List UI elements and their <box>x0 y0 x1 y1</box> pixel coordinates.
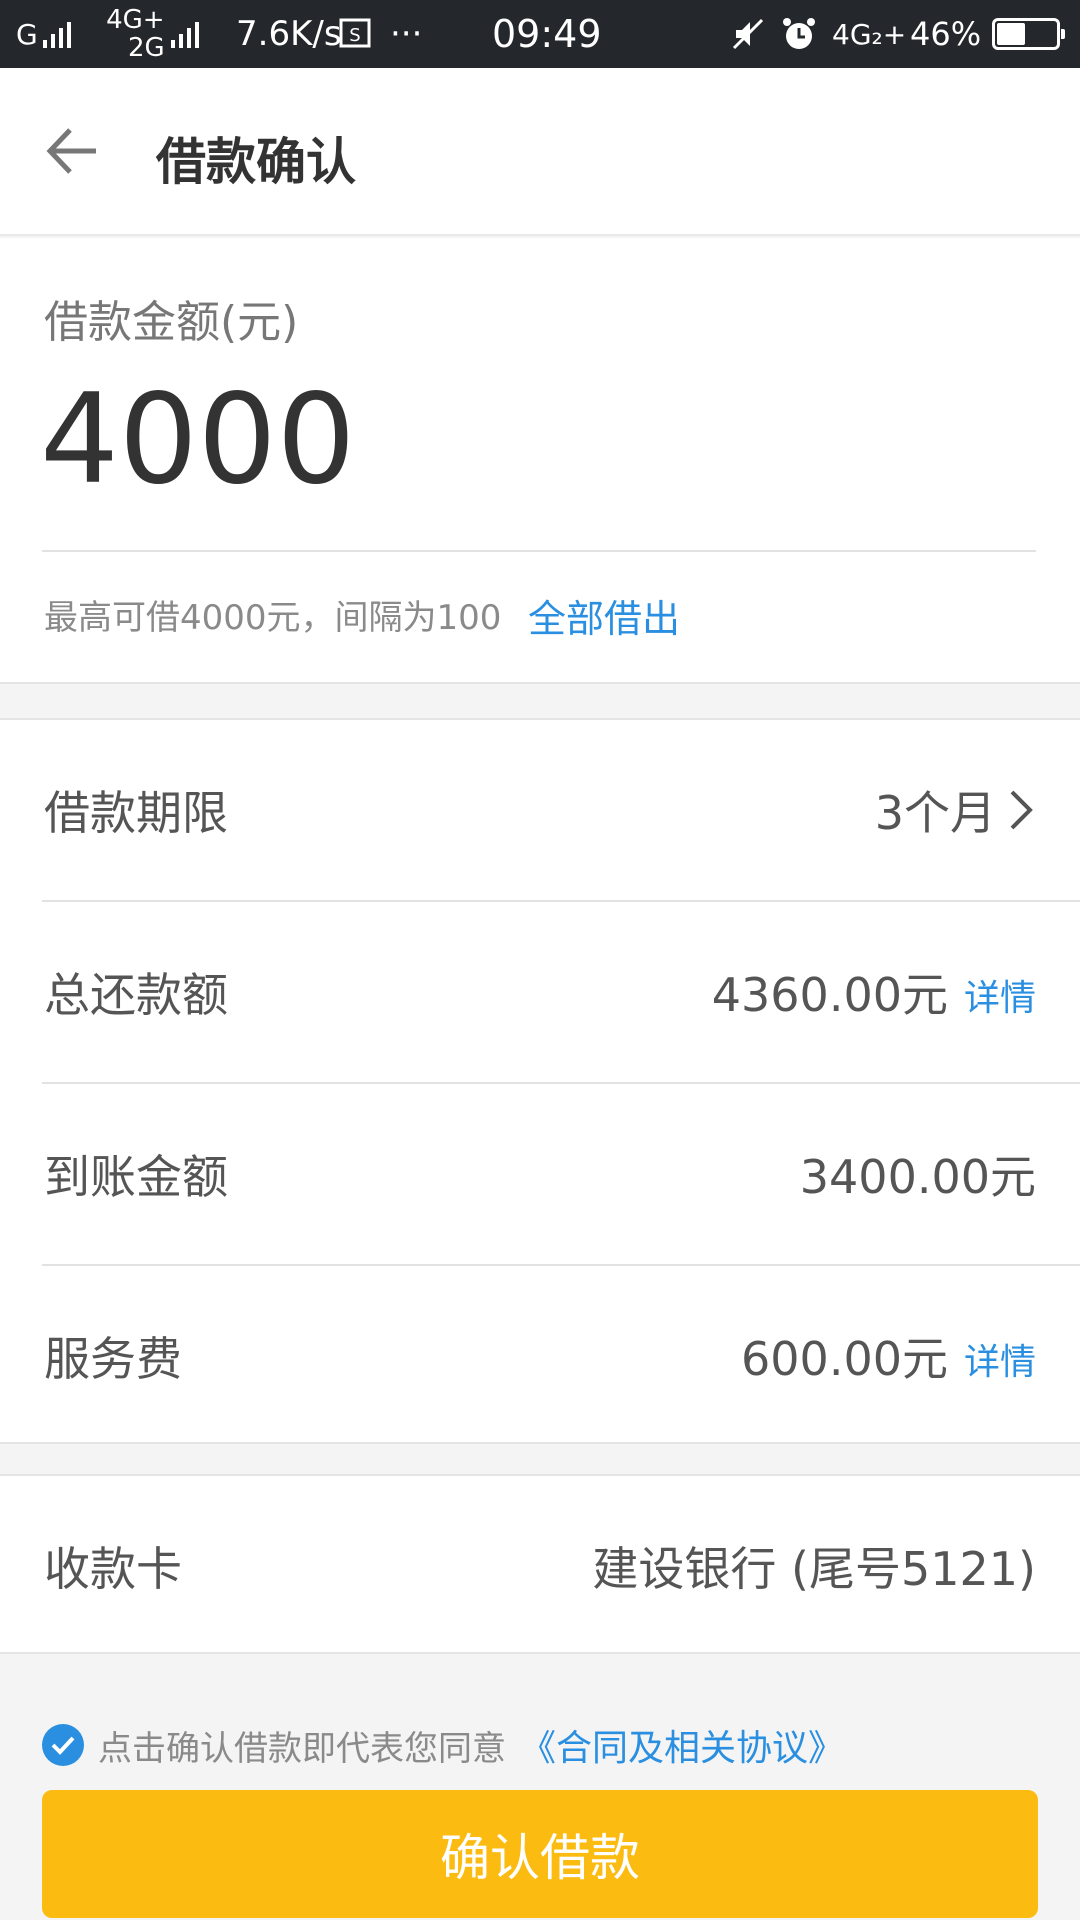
amount-hint: 最高可借4000元，间隔为100 <box>44 598 502 638</box>
agreement-link[interactable]: 《合同及相关协议》 <box>520 1719 844 1771</box>
receiving-card-value: 建设银行 (尾号5121) <box>592 1542 1036 1596</box>
network-type-3: 4G₂+ <box>832 17 907 51</box>
term-label: 借款期限 <box>44 786 228 840</box>
signal-2: 4G+ 2G <box>106 0 199 68</box>
service-fee-label: 服务费 <box>44 1332 182 1386</box>
amount-section: 借款金额(元) 4000 最高可借4000元，间隔为100 全部借出 <box>0 238 1080 684</box>
network-type-2-top: 4G+ <box>106 5 165 35</box>
network-type-2-bottom: 2G <box>128 33 165 63</box>
status-time: 09:49 <box>492 12 602 56</box>
service-fee-detail-link[interactable]: 详情 <box>964 1333 1036 1385</box>
received-value: 3400.00元 <box>799 1150 1036 1204</box>
page-title: 借款确认 <box>156 133 356 191</box>
agreement-row: 点击确认借款即代表您同意 《合同及相关协议》 <box>42 1719 844 1771</box>
network-type-1: G <box>16 17 38 51</box>
receiving-card-section: 收款卡 建设银行 (尾号5121) <box>0 1474 1080 1654</box>
battery-percent: 46% <box>910 15 982 53</box>
received-label: 到账金额 <box>44 1150 228 1204</box>
total-repay-label: 总还款额 <box>44 968 228 1022</box>
service-fee-value: 600.00元 <box>741 1332 948 1386</box>
loan-details: 借款期限 3个月 总还款额 4360.00元 详情 到账金额 3400.00元 … <box>0 718 1080 1444</box>
agreement-checkbox[interactable] <box>42 1724 84 1766</box>
total-repay-value: 4360.00元 <box>711 968 948 1022</box>
back-arrow-icon[interactable] <box>44 126 100 176</box>
mute-icon <box>730 0 766 68</box>
borrow-all-link[interactable]: 全部借出 <box>528 588 680 643</box>
screenshot-icon: S <box>338 0 374 68</box>
confirm-loan-button[interactable]: 确认借款 <box>42 1790 1038 1918</box>
battery-icon <box>992 0 1065 68</box>
check-icon <box>51 1736 75 1755</box>
term-row[interactable]: 借款期限 3个月 <box>0 720 1080 900</box>
chevron-right-icon <box>1010 790 1033 830</box>
amount-label: 借款金额(元) <box>44 297 299 348</box>
app-header: 借款确认 <box>0 68 1080 236</box>
received-row: 到账金额 3400.00元 <box>0 1084 1080 1264</box>
svg-text:S: S <box>349 25 360 46</box>
receiving-card-row[interactable]: 收款卡 建设银行 (尾号5121) <box>0 1476 1080 1656</box>
term-value: 3个月 <box>874 786 996 840</box>
signal-bars-2-icon <box>170 20 199 48</box>
more-notifications: ··· <box>390 14 423 54</box>
alarm-icon <box>780 0 818 68</box>
network-speed: 7.6K/s <box>236 14 342 54</box>
status-bar: G 4G+ 2G 7.6K/s S ··· 09:49 4G₂+ 46% <box>0 0 1080 68</box>
total-repay-row: 总还款额 4360.00元 详情 <box>0 902 1080 1082</box>
signal-1: G <box>16 0 71 68</box>
agreement-text: 点击确认借款即代表您同意 <box>98 1728 506 1769</box>
service-fee-row: 服务费 600.00元 详情 <box>0 1266 1080 1446</box>
amount-divider <box>42 550 1036 552</box>
receiving-card-label: 收款卡 <box>44 1542 182 1596</box>
total-repay-detail-link[interactable]: 详情 <box>964 969 1036 1021</box>
amount-input[interactable]: 4000 <box>40 378 356 502</box>
signal-bars-1-icon <box>42 20 71 48</box>
